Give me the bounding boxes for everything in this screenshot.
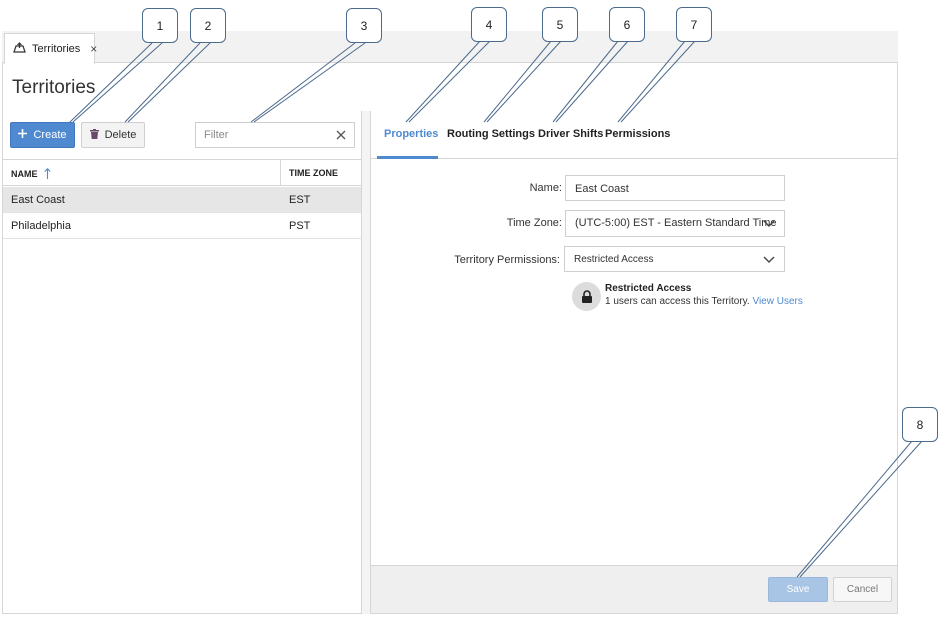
territories-tab[interactable]: Territories × bbox=[4, 33, 97, 64]
name-input[interactable] bbox=[575, 181, 775, 197]
clear-filter-icon[interactable] bbox=[336, 127, 346, 143]
timezone-column-header[interactable]: TIME ZONE bbox=[289, 168, 338, 178]
name-label: Name: bbox=[529, 182, 562, 194]
territory-permissions-label: Territory Permissions: bbox=[454, 254, 560, 266]
lock-icon bbox=[572, 282, 601, 311]
timezone-cell: PST bbox=[289, 220, 311, 232]
chevron-down-icon bbox=[763, 215, 775, 234]
tab-permissions[interactable]: Permissions bbox=[605, 128, 670, 140]
plus-icon bbox=[18, 129, 28, 141]
document-tab-strip bbox=[2, 31, 898, 63]
name-field bbox=[565, 175, 785, 201]
timezone-cell: EST bbox=[289, 194, 311, 206]
create-button[interactable]: Create bbox=[10, 122, 75, 148]
name-column-header[interactable]: NAME bbox=[11, 168, 51, 180]
delete-button[interactable]: Delete bbox=[81, 122, 145, 148]
access-info-text: 1 users can access this Territory. bbox=[605, 296, 750, 307]
callout-3: 3 bbox=[346, 8, 382, 43]
page-title: Territories bbox=[12, 77, 96, 98]
close-tab-icon[interactable]: × bbox=[90, 42, 97, 56]
territory-name-cell: East Coast bbox=[11, 194, 65, 206]
timezone-select-value: (UTC-5:00) EST - Eastern Standard Time bbox=[575, 217, 777, 229]
trash-icon bbox=[89, 128, 99, 142]
timezone-select[interactable]: (UTC-5:00) EST - Eastern Standard Time bbox=[565, 210, 785, 237]
callout-5: 5 bbox=[542, 7, 578, 42]
permissions-select-value: Restricted Access bbox=[574, 254, 654, 265]
timezone-label: Time Zone: bbox=[506, 217, 562, 229]
callout-2: 2 bbox=[190, 8, 226, 43]
column-separator[interactable] bbox=[280, 160, 281, 186]
tab-driver-shifts[interactable]: Driver Shifts bbox=[538, 128, 603, 140]
callout-4: 4 bbox=[471, 7, 507, 42]
callout-7: 7 bbox=[676, 7, 712, 42]
sort-ascending-icon bbox=[43, 168, 51, 180]
delete-button-label: Delete bbox=[104, 129, 137, 141]
table-row[interactable]: Philadelphia PST bbox=[3, 213, 361, 239]
create-button-label: Create bbox=[33, 129, 67, 141]
tab-properties[interactable]: Properties bbox=[384, 128, 438, 140]
panel-splitter[interactable] bbox=[362, 111, 370, 614]
territory-icon bbox=[13, 42, 26, 56]
access-info-title: Restricted Access bbox=[605, 283, 692, 294]
access-info-description: 1 users can access this Territory. View … bbox=[605, 296, 803, 307]
territory-name-cell: Philadelphia bbox=[11, 220, 71, 232]
filter-input[interactable] bbox=[204, 127, 324, 143]
view-users-link[interactable]: View Users bbox=[752, 296, 802, 307]
callout-8: 8 bbox=[902, 407, 938, 442]
filter-box bbox=[195, 122, 355, 148]
save-button[interactable]: Save bbox=[768, 577, 828, 602]
name-column-label: NAME bbox=[11, 169, 38, 179]
callout-1: 1 bbox=[142, 8, 178, 43]
territory-permissions-select[interactable]: Restricted Access bbox=[564, 246, 785, 272]
table-header: NAME TIME ZONE bbox=[3, 159, 361, 186]
territories-tab-label: Territories bbox=[32, 43, 81, 55]
table-row[interactable]: East Coast EST bbox=[3, 187, 361, 213]
tab-routing-settings[interactable]: Routing Settings bbox=[447, 128, 535, 140]
active-tab-indicator bbox=[377, 156, 438, 159]
chevron-down-icon bbox=[763, 251, 775, 270]
callout-6: 6 bbox=[609, 7, 645, 42]
detail-panel-divider bbox=[370, 111, 371, 614]
cancel-button[interactable]: Cancel bbox=[833, 577, 892, 602]
